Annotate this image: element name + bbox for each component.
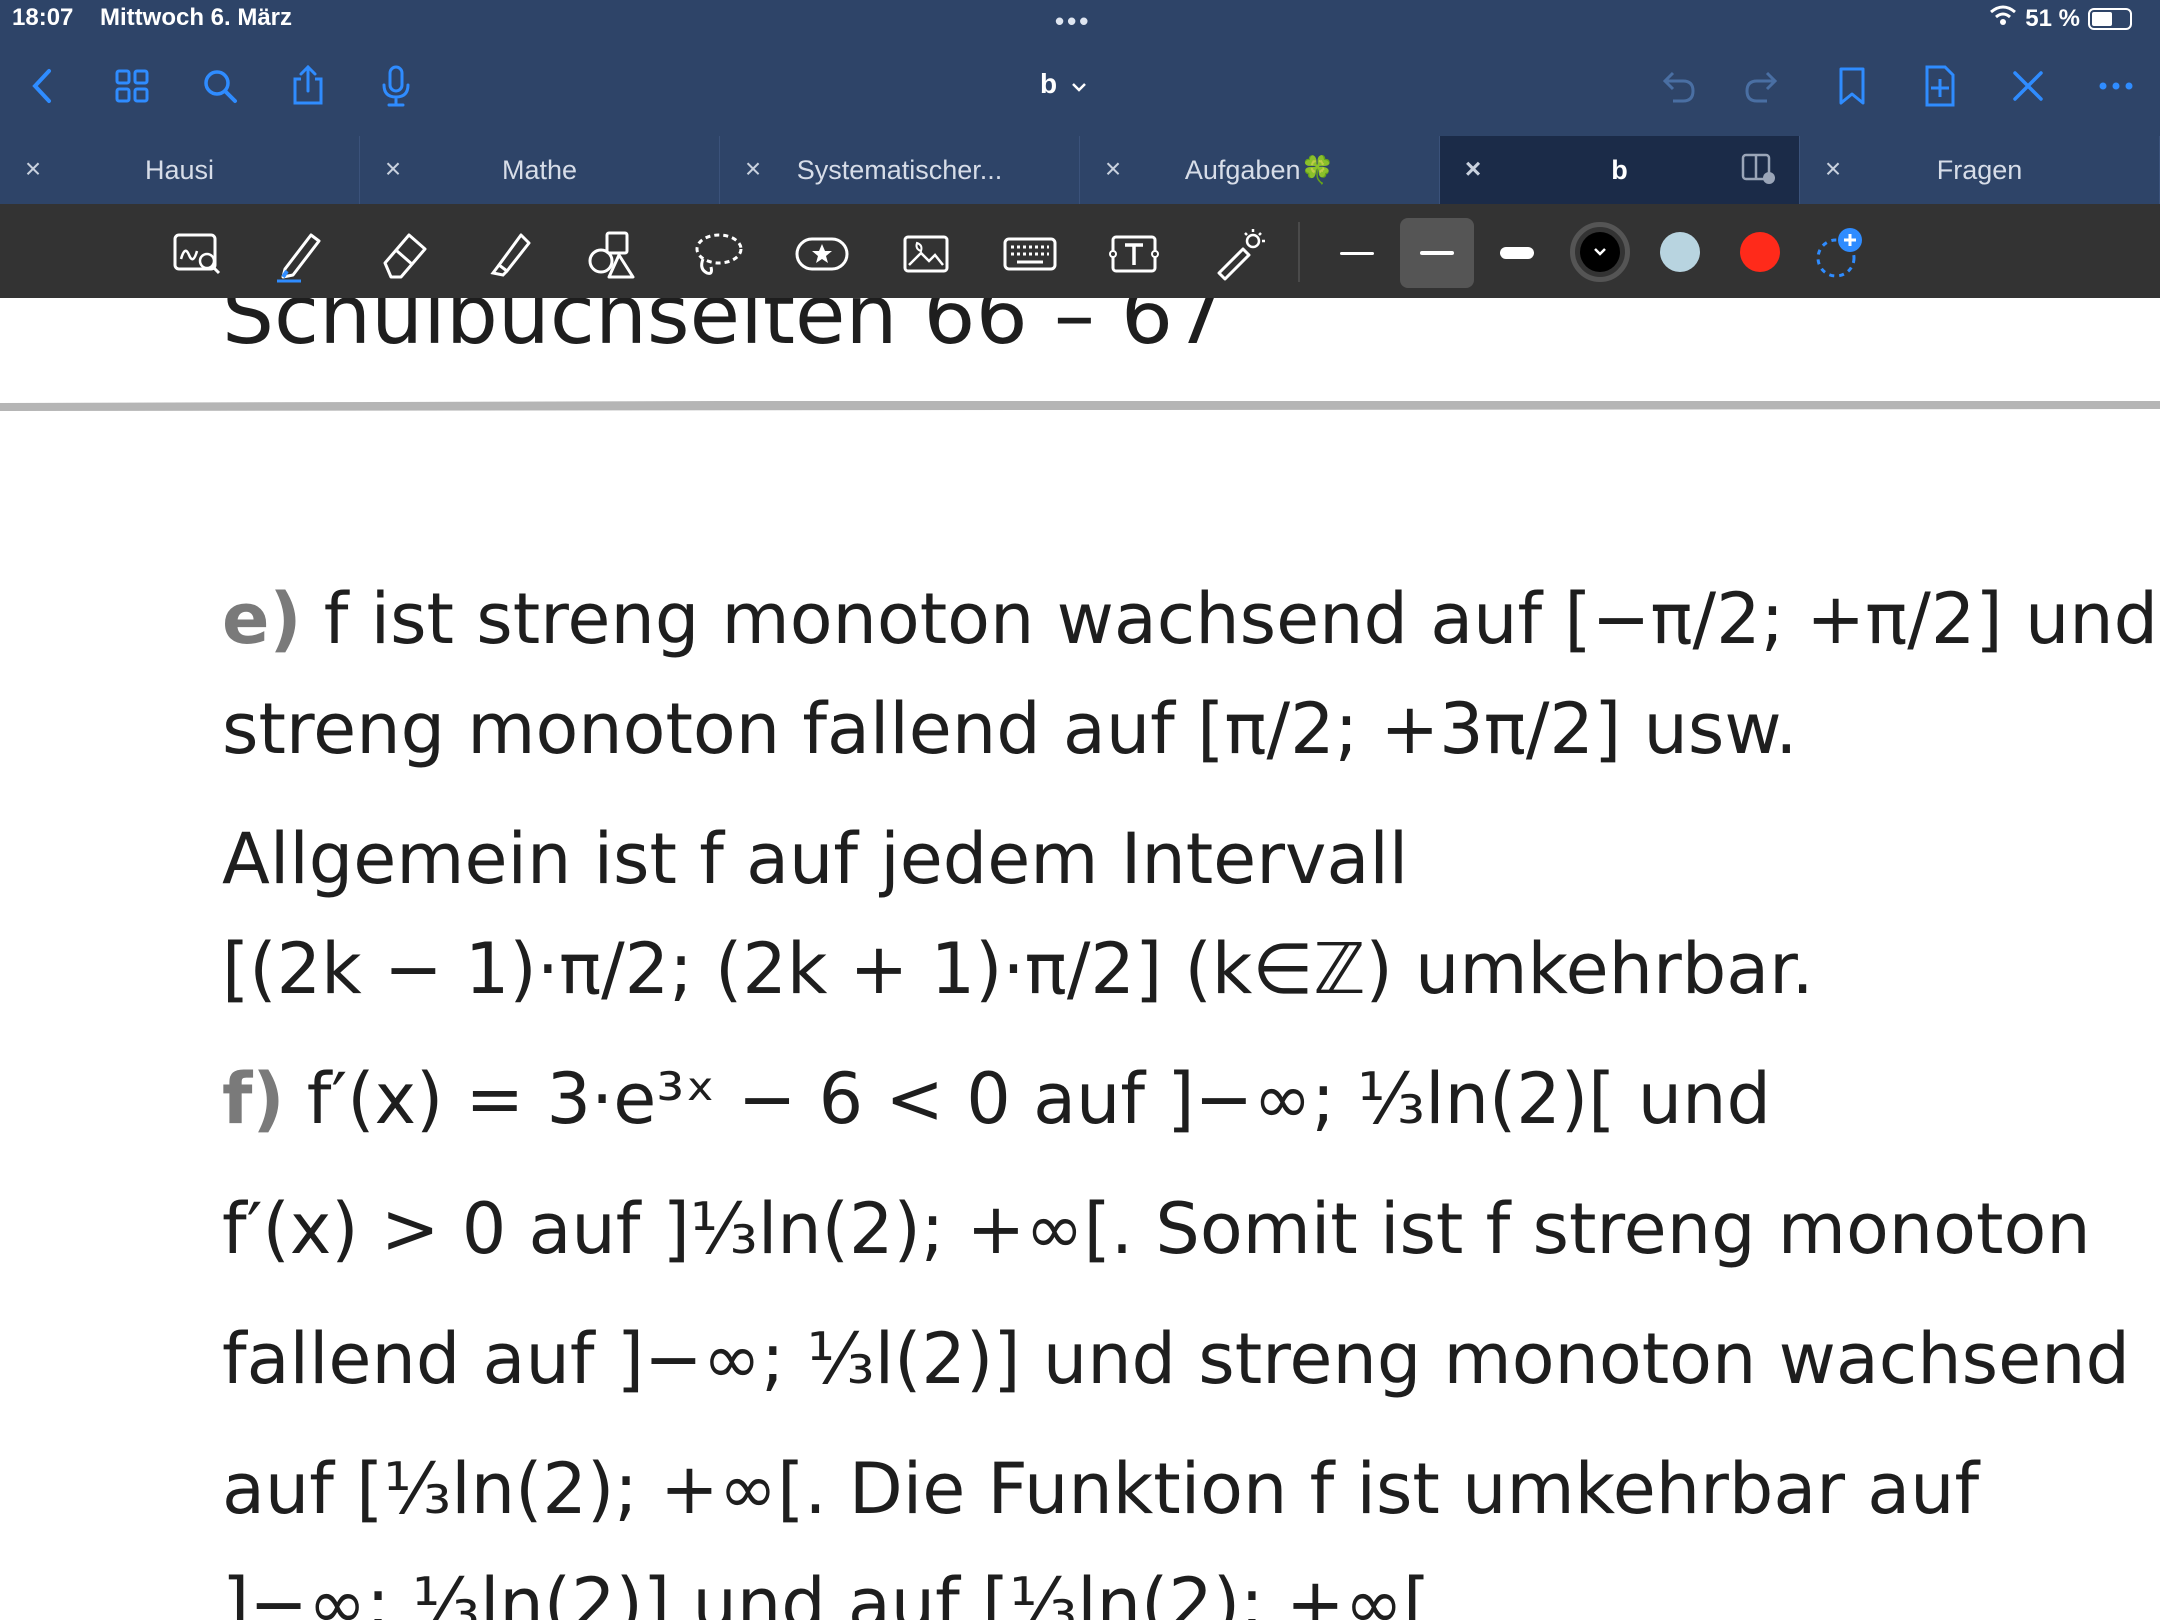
back-chevron-icon[interactable] bbox=[16, 58, 72, 114]
document-toolbar: b bbox=[0, 40, 2160, 136]
label-f: f) bbox=[222, 1058, 285, 1140]
tab-mathe[interactable]: × Mathe bbox=[360, 136, 720, 204]
add-page-icon[interactable] bbox=[1912, 58, 1968, 114]
pen-toolbar bbox=[0, 204, 2160, 298]
line-f4: auf [⅓ln(2); +∞[. Die Funktion f ist umk… bbox=[222, 1448, 1980, 1530]
status-right: 51 % bbox=[1989, 4, 2132, 33]
line-f1: f) f′(x) = 3·e³ˣ − 6 < 0 auf ]−∞; ⅓ln(2)… bbox=[222, 1058, 1771, 1140]
shapes-icon[interactable] bbox=[580, 222, 644, 286]
pen-icon[interactable] bbox=[268, 222, 332, 286]
status-date: Mittwoch 6. März bbox=[100, 4, 293, 31]
chevron-down-icon bbox=[1580, 232, 1620, 272]
tab-close-icon[interactable]: × bbox=[738, 154, 768, 184]
highlighter-icon[interactable] bbox=[476, 222, 540, 286]
line-e1-tail: und bbox=[2024, 578, 2159, 660]
toolbar-divider bbox=[1298, 222, 1300, 282]
text-box-icon[interactable] bbox=[1102, 222, 1166, 286]
tab-label: Fragen bbox=[1936, 154, 2023, 185]
line-e1-text: f ist streng monoton wachsend auf bbox=[323, 578, 1543, 660]
page-separator bbox=[0, 401, 2160, 411]
interval-e2: [π/2; +3π/2] bbox=[1197, 688, 1622, 770]
document-page[interactable]: Schulbuchseiten 66 – 67 e) f ist streng … bbox=[0, 298, 2160, 1620]
tab-label: b bbox=[1611, 154, 1628, 185]
document-title: b bbox=[1040, 68, 1058, 99]
wifi-icon bbox=[1989, 4, 2017, 33]
line-f1-text: f′(x) = 3·e³ˣ − 6 < 0 auf ]−∞; ⅓ln(2)[ u… bbox=[306, 1058, 1771, 1140]
tab-aufgaben[interactable]: × Aufgaben🍀 bbox=[1080, 136, 1440, 204]
status-time: 18:07 bbox=[12, 4, 74, 31]
line-f3: fallend auf ]−∞; ⅓l(2)] und streng monot… bbox=[222, 1318, 2130, 1400]
stroke-medium-preview bbox=[1420, 251, 1454, 255]
laser-pointer-icon[interactable] bbox=[1206, 222, 1270, 286]
stroke-thick[interactable] bbox=[1480, 218, 1554, 288]
share-icon[interactable] bbox=[280, 58, 336, 114]
microphone-icon[interactable] bbox=[368, 58, 424, 114]
line-e4: [(2k − 1)·π/2; (2k + 1)·π/2] (k∈ℤ) umkeh… bbox=[222, 928, 1814, 1010]
stroke-medium[interactable] bbox=[1400, 218, 1474, 288]
split-view-icon[interactable] bbox=[1741, 152, 1777, 186]
tab-fragen[interactable]: × Fragen bbox=[1800, 136, 2160, 204]
stroke-thin-preview bbox=[1340, 251, 1374, 255]
app-chrome: 18:07 Mittwoch 6. März ••• 51 % b bbox=[0, 0, 2160, 140]
tab-close-icon[interactable]: × bbox=[1458, 154, 1488, 184]
color-swatch-black[interactable] bbox=[1570, 222, 1630, 282]
tab-systematischer[interactable]: × Systematischer... bbox=[720, 136, 1080, 204]
stroke-thin[interactable] bbox=[1320, 218, 1394, 288]
keyboard-icon[interactable] bbox=[998, 222, 1062, 286]
line-e2: streng monoton fallend auf [π/2; +3π/2] … bbox=[222, 688, 1797, 770]
interval-e1: [−π/2; +π/2] bbox=[1564, 578, 2003, 660]
stroke-thick-preview bbox=[1500, 247, 1534, 259]
line-e1: e) f ist streng monoton wachsend auf [−π… bbox=[222, 578, 2158, 660]
more-icon[interactable] bbox=[2088, 58, 2144, 114]
battery-icon bbox=[2088, 7, 2132, 30]
tab-close-icon[interactable]: × bbox=[1098, 154, 1128, 184]
line-e2-text: streng monoton fallend auf bbox=[222, 688, 1175, 770]
sticker-icon[interactable] bbox=[790, 222, 854, 286]
tab-label: Mathe bbox=[501, 154, 578, 185]
lasso-icon[interactable] bbox=[686, 222, 750, 286]
close-x-icon[interactable] bbox=[2000, 58, 2056, 114]
line-e3: Allgemein ist f auf jedem Intervall bbox=[222, 818, 1409, 900]
line-e2-tail: usw. bbox=[1643, 688, 1798, 770]
tab-label: Systematischer... bbox=[796, 154, 1003, 185]
grid-icon[interactable] bbox=[104, 58, 160, 114]
handwriting-search-icon[interactable] bbox=[166, 222, 230, 286]
tab-label: Hausi bbox=[144, 154, 215, 185]
tab-close-icon[interactable]: × bbox=[378, 154, 408, 184]
tab-hausi[interactable]: × Hausi bbox=[0, 136, 360, 204]
chevron-down-icon bbox=[1071, 68, 1087, 100]
eraser-icon[interactable] bbox=[372, 222, 436, 286]
tab-close-icon[interactable]: × bbox=[18, 154, 48, 184]
undo-icon[interactable] bbox=[1648, 58, 1704, 114]
redo-icon[interactable] bbox=[1736, 58, 1792, 114]
color-swatch-red[interactable] bbox=[1740, 232, 1780, 272]
label-e: e) bbox=[222, 578, 302, 660]
search-icon[interactable] bbox=[192, 58, 248, 114]
tab-label: Aufgaben🍀 bbox=[1184, 155, 1335, 185]
page-header-text: Schulbuchseiten 66 – 67 bbox=[222, 298, 1226, 363]
tab-close-icon[interactable]: × bbox=[1818, 154, 1848, 184]
image-icon[interactable] bbox=[894, 222, 958, 286]
document-title-menu[interactable]: b bbox=[1040, 68, 1087, 100]
tab-b[interactable]: × b bbox=[1440, 136, 1800, 204]
add-color-icon[interactable] bbox=[1810, 224, 1870, 284]
color-swatch-lightblue[interactable] bbox=[1660, 232, 1700, 272]
line-f5: ]−∞; ⅓ln(2)] und auf [⅓ln(2); +∞[ bbox=[222, 1563, 1431, 1620]
battery-percent: 51 % bbox=[2025, 4, 2080, 32]
bookmark-icon[interactable] bbox=[1824, 58, 1880, 114]
line-f2: f′(x) > 0 auf ]⅓ln(2); +∞[. Somit ist f … bbox=[222, 1188, 2091, 1270]
tab-bar: × Hausi × Mathe × Systematischer... × Au… bbox=[0, 136, 2160, 204]
multitasking-dots[interactable]: ••• bbox=[1055, 6, 1091, 37]
